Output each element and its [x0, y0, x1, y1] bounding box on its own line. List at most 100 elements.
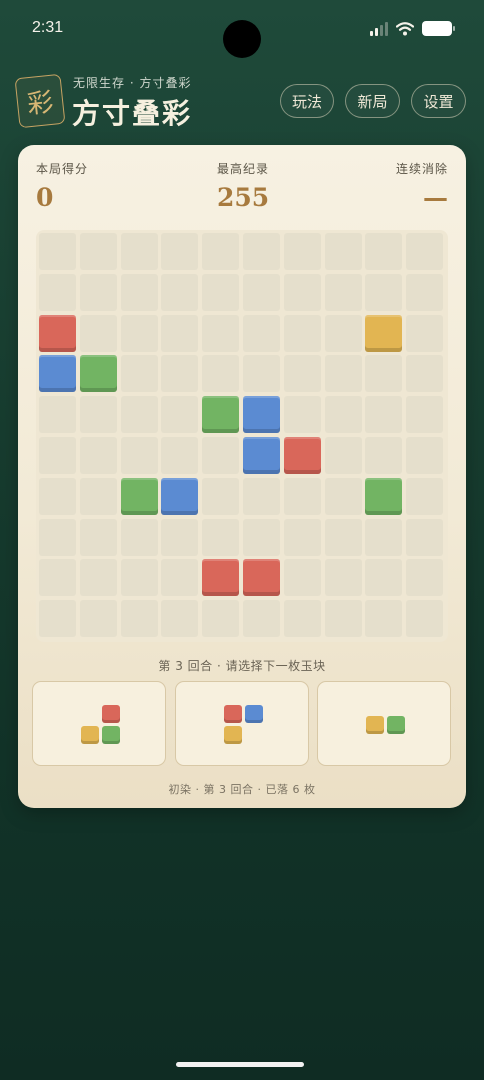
board-cell[interactable] — [365, 233, 403, 270]
piece-slot-2[interactable] — [175, 681, 309, 766]
board-cell[interactable] — [79, 437, 117, 474]
home-indicator[interactable] — [176, 1062, 304, 1067]
board-cell[interactable] — [283, 600, 321, 638]
board-cell[interactable] — [365, 600, 403, 638]
board-cell[interactable] — [365, 518, 403, 556]
board-cell[interactable] — [161, 396, 199, 434]
board-cell[interactable] — [365, 437, 403, 474]
board-cell[interactable] — [39, 518, 76, 556]
board-cell[interactable] — [324, 600, 362, 638]
board-cell[interactable] — [120, 559, 158, 597]
board-cell[interactable] — [120, 355, 158, 393]
board-cell[interactable] — [202, 518, 240, 556]
board-cell[interactable] — [283, 559, 321, 597]
board-cell[interactable] — [406, 600, 444, 638]
board-cell[interactable] — [161, 355, 199, 393]
board-cell[interactable] — [161, 559, 199, 597]
board-cell[interactable] — [79, 233, 117, 270]
settings-button[interactable]: 设置 — [411, 84, 466, 118]
board-cell[interactable] — [406, 396, 444, 434]
board-cell[interactable] — [79, 518, 117, 556]
board-cell[interactable] — [120, 314, 158, 352]
board-cell[interactable] — [283, 396, 321, 434]
board-cell[interactable] — [243, 477, 280, 515]
new-game-button[interactable]: 新局 — [345, 84, 400, 118]
board-cell[interactable] — [202, 233, 240, 270]
board-cell[interactable] — [202, 477, 240, 515]
board-cell[interactable] — [324, 314, 362, 352]
game-card: 本局得分 0 最高纪录 255 连续消除 — 第 3 回合 · 请选择下一枚玉块… — [18, 145, 466, 808]
board-cell[interactable] — [202, 314, 240, 352]
board-cell[interactable] — [161, 273, 199, 311]
board-cell[interactable] — [243, 314, 280, 352]
board-cell[interactable] — [365, 273, 403, 311]
board-cell[interactable] — [283, 477, 321, 515]
board-cell[interactable] — [202, 437, 240, 474]
board-cell[interactable] — [39, 233, 76, 270]
board-cell[interactable] — [79, 396, 117, 434]
board-cell[interactable] — [283, 314, 321, 352]
board-cell[interactable] — [79, 273, 117, 311]
board-cell[interactable] — [324, 396, 362, 434]
board-cell[interactable] — [243, 273, 280, 311]
board-cell[interactable] — [120, 273, 158, 311]
game-board[interactable] — [36, 230, 448, 642]
board-cell[interactable] — [365, 559, 403, 597]
piece-slot-3[interactable] — [317, 681, 451, 766]
board-cell[interactable] — [406, 314, 444, 352]
board-cell[interactable] — [324, 355, 362, 393]
board-cell[interactable] — [161, 437, 199, 474]
board-cell[interactable] — [120, 600, 158, 638]
board-cell[interactable] — [161, 600, 199, 638]
board-cell[interactable] — [283, 355, 321, 393]
board-cell[interactable] — [161, 233, 199, 270]
tile-red — [243, 559, 280, 597]
board-cell[interactable] — [39, 273, 76, 311]
board-cell[interactable] — [406, 518, 444, 556]
tile-green — [79, 355, 117, 393]
board-cell[interactable] — [365, 396, 403, 434]
board-cell[interactable] — [161, 518, 199, 556]
board-cell[interactable] — [79, 314, 117, 352]
board-cell[interactable] — [406, 355, 444, 393]
rules-button[interactable]: 玩法 — [280, 84, 334, 118]
board-cell[interactable] — [283, 518, 321, 556]
board-cell[interactable] — [324, 518, 362, 556]
board-cell[interactable] — [202, 273, 240, 311]
board-cell[interactable] — [79, 600, 117, 638]
board-cell[interactable] — [39, 396, 76, 434]
board-cell[interactable] — [243, 600, 280, 638]
board-cell[interactable] — [120, 233, 158, 270]
board-cell[interactable] — [39, 559, 76, 597]
board-cell[interactable] — [365, 355, 403, 393]
board-cell[interactable] — [283, 273, 321, 311]
board-cell[interactable] — [202, 600, 240, 638]
board-cell[interactable] — [406, 559, 444, 597]
board-cell[interactable] — [406, 477, 444, 515]
board-cell[interactable] — [406, 233, 444, 270]
board-cell[interactable] — [39, 477, 76, 515]
board-cell[interactable] — [243, 233, 280, 270]
board-cell[interactable] — [324, 437, 362, 474]
board-cell[interactable] — [406, 273, 444, 311]
board-cell[interactable] — [202, 355, 240, 393]
piece-slot-1[interactable] — [32, 681, 166, 766]
board-cell[interactable] — [161, 314, 199, 352]
board-cell[interactable] — [39, 437, 76, 474]
board-cell[interactable] — [324, 273, 362, 311]
board-cell[interactable] — [324, 477, 362, 515]
board-cell[interactable] — [120, 396, 158, 434]
board-cell[interactable] — [120, 518, 158, 556]
board-cell[interactable] — [324, 233, 362, 270]
board-cell[interactable] — [324, 559, 362, 597]
board-cell[interactable] — [406, 437, 444, 474]
tile-green — [202, 396, 240, 434]
board-cell[interactable] — [243, 518, 280, 556]
app-title: 方寸叠彩 — [72, 97, 193, 130]
board-cell[interactable] — [79, 477, 117, 515]
board-cell[interactable] — [243, 355, 280, 393]
board-cell[interactable] — [79, 559, 117, 597]
board-cell[interactable] — [283, 233, 321, 270]
board-cell[interactable] — [39, 600, 76, 638]
board-cell[interactable] — [120, 437, 158, 474]
